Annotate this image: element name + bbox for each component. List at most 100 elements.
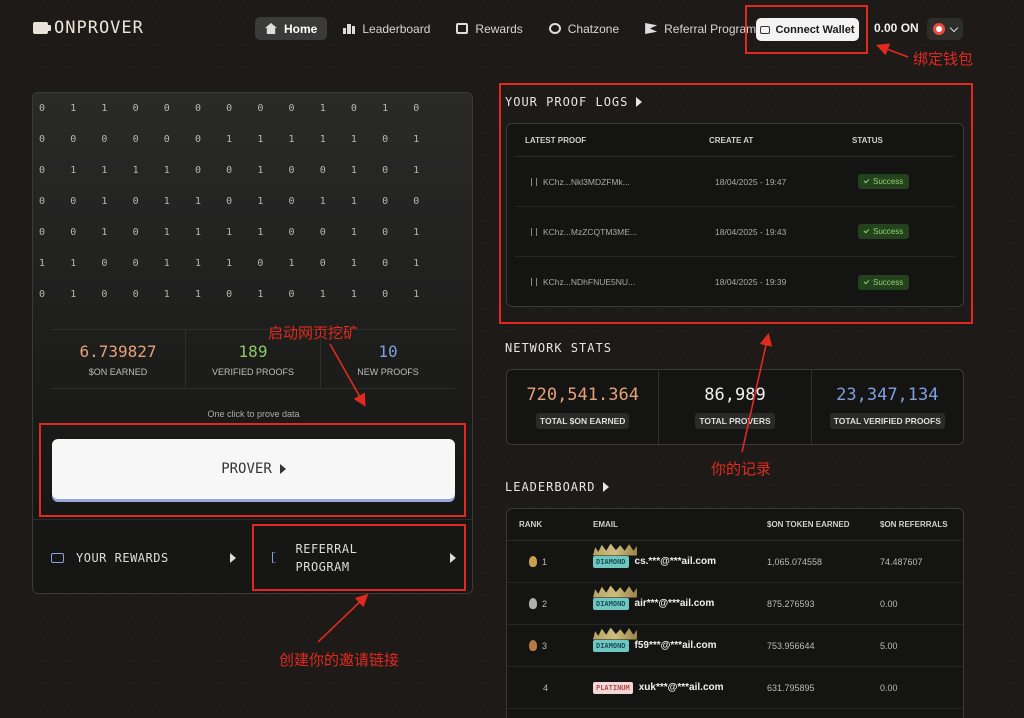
mining-stats: 6.739827 $ON EARNED 189 VERIFIED PROOFS …	[51, 329, 455, 389]
bit-cell: 1	[70, 289, 77, 300]
language-selector[interactable]	[927, 18, 963, 40]
proof-created: 18/04/2025 - 19:43	[715, 226, 787, 237]
bit-grid-row: 0 1 1 0 0 0 0 0 0 1 0 1 0	[33, 93, 472, 124]
bit-cell: 0	[194, 134, 201, 145]
bit-cell: 1	[226, 134, 233, 145]
bit-cell: 1	[70, 258, 77, 269]
bit-cell: 0	[288, 227, 295, 238]
user-email: f59***@***ail.com	[634, 640, 717, 651]
check-icon	[863, 177, 870, 184]
status-text: Success	[873, 177, 904, 186]
bit-cell: 0	[39, 227, 46, 238]
stat-label: TOTAL $ON EARNED	[535, 413, 630, 429]
email-cell: PLATINUM xuk***@***ail.com	[593, 681, 767, 694]
bit-cell: 0	[70, 134, 77, 145]
referrals: 74.487607	[880, 556, 923, 567]
arrow-bind-wallet	[876, 43, 909, 58]
bit-cell: 0	[101, 258, 108, 269]
bit-cell: 1	[257, 289, 264, 300]
nav-leaderboard[interactable]: Leaderboard	[333, 17, 440, 40]
bit-cell: 0	[413, 103, 420, 114]
status-badge: Success	[858, 224, 910, 239]
table-row[interactable]: KChz...NDhFNUE5NU... 18/04/2025 - 19:39 …	[515, 257, 955, 307]
table-row[interactable]: KChz...Nkl3MDZFMk... 18/04/2025 - 19:47 …	[515, 157, 955, 207]
bit-cell: 1	[257, 196, 264, 207]
bit-cell: 0	[382, 227, 389, 238]
leaderboard-title[interactable]: LEADERBOARD	[505, 480, 610, 494]
proof-logs-title[interactable]: YOUR PROOF LOGS	[505, 95, 643, 109]
app-logo[interactable]: ONPROVER	[33, 18, 144, 38]
table-row[interactable]: KChz...MzZCQTM3ME... 18/04/2025 - 19:43 …	[515, 207, 955, 257]
home-icon	[265, 23, 277, 34]
bit-cell: 0	[101, 289, 108, 300]
proof-logs-table: LATEST PROOF CREATE AT STATUS KChz...Nkl…	[506, 123, 964, 307]
referral-label-line2: PROGRAM	[295, 559, 350, 574]
prover-button[interactable]: PROVER	[52, 439, 455, 499]
bit-grid-row: 0 0 0 0 0 0 1 1 1 1 1 0 1	[33, 124, 472, 155]
table-row[interactable]: 3 DIAMOND f59***@***ail.com 753.956644 5.…	[507, 625, 963, 667]
nav-home-label: Home	[284, 21, 318, 36]
stat-value: 720,541.364	[526, 385, 639, 405]
logo-icon	[33, 22, 51, 34]
bit-cell: 1	[413, 134, 420, 145]
bit-cell: 0	[226, 103, 233, 114]
bit-cell: 1	[350, 165, 357, 176]
proof-id: KChz...Nkl3MDZFMk...	[543, 176, 630, 187]
bit-cell: 0	[226, 196, 233, 207]
stat-total-verified: 23,347,134 TOTAL VERIFIED PROOFS	[812, 370, 963, 444]
bit-cell: 1	[70, 103, 77, 114]
table-row[interactable]: 4 PLATINUM xuk***@***ail.com 631.795895 0…	[507, 667, 963, 709]
connect-wallet-highlight: Connect Wallet	[745, 5, 868, 54]
network-stats-title-text: NETWORK STATS	[505, 341, 612, 355]
referrals: 5.00	[880, 640, 898, 651]
referral-label-line1: REFERRAL	[295, 541, 358, 556]
bit-grid-row: 0 1 1 1 1 0 0 1 0 0 1 0 1	[33, 155, 472, 186]
bit-cell: 1	[39, 258, 46, 269]
tier-badge: DIAMOND	[593, 597, 629, 610]
nav-home[interactable]: Home	[255, 17, 328, 40]
table-row[interactable]: 1 DIAMOND cs.***@***ail.com 1,065.074558 …	[507, 541, 963, 583]
bit-grid-row: 0 0 1 0 1 1 1 1 0 0 1 0 1	[33, 217, 472, 248]
annotation-your-records: 你的记录	[711, 460, 772, 478]
col-latest-proof: LATEST PROOF	[525, 135, 587, 145]
your-rewards-link[interactable]: YOUR REWARDS	[33, 520, 254, 593]
bit-grid-row: 1 1 0 0 1 1 1 0 1 0 1 0 1	[33, 248, 472, 279]
bit-cell: 1	[163, 165, 170, 176]
bit-cell: 1	[101, 196, 108, 207]
bit-cell: 1	[194, 196, 201, 207]
referrals: 0.00	[880, 598, 898, 609]
bit-cell: 0	[132, 103, 139, 114]
referral-program-link[interactable]: REFERRAL PROGRAM	[254, 520, 473, 593]
bit-cell: 1	[319, 134, 326, 145]
bit-cell: 1	[163, 196, 170, 207]
token-earned: 753.956644	[767, 640, 815, 651]
nav-rewards[interactable]: Rewards	[446, 17, 532, 40]
table-row[interactable]: 2 DIAMOND air***@***ail.com 875.276593 0.…	[507, 583, 963, 625]
bit-cell: 1	[101, 227, 108, 238]
bit-cell: 1	[413, 165, 420, 176]
rank-cell: 3	[519, 640, 593, 651]
stat-label: $ON EARNED	[88, 367, 148, 377]
stat-on-earned: 6.739827 $ON EARNED	[51, 330, 186, 388]
mining-card: 0110000001010000000111110101111001001010…	[32, 92, 473, 594]
status-cell: Success	[858, 174, 955, 189]
token-earned: 1,065.074558	[767, 556, 823, 567]
status-text: Success	[873, 277, 904, 287]
bit-cell: 0	[288, 103, 295, 114]
bit-cell: 0	[288, 289, 295, 300]
connect-wallet-button[interactable]: Connect Wallet	[756, 18, 859, 41]
tier-badge: PLATINUM	[593, 681, 633, 694]
bronze-medal-icon	[529, 640, 537, 651]
bit-cell: 1	[132, 165, 139, 176]
commit-icon	[531, 278, 537, 286]
stat-label: TOTAL VERIFIED PROOFS	[829, 413, 945, 429]
check-icon	[863, 278, 870, 284]
proof-created: 18/04/2025 - 19:47	[715, 176, 787, 187]
nav-chatzone[interactable]: Chatzone	[539, 17, 629, 40]
bit-cell: 1	[350, 134, 357, 145]
nav-referral-label: Referral Program	[664, 21, 757, 36]
proof-cell: KChz...MzZCQTM3ME...	[531, 227, 715, 237]
status-cell: Success	[858, 274, 955, 290]
your-rewards-label: YOUR REWARDS	[76, 550, 169, 565]
stat-label: TOTAL PROVERS	[695, 413, 775, 429]
